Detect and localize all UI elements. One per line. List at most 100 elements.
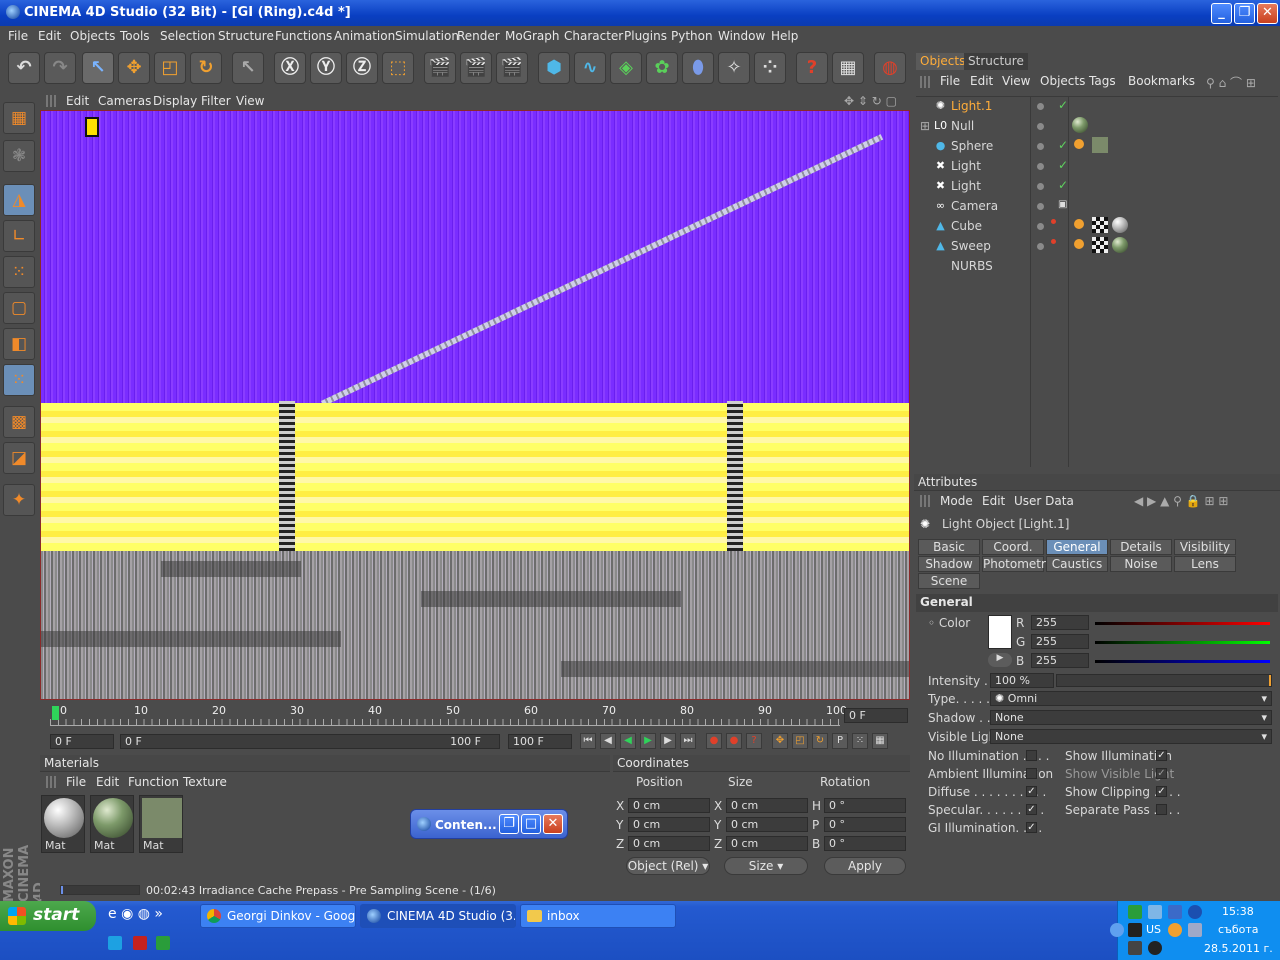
tray-icon[interactable] — [1168, 905, 1182, 919]
intensity-slider[interactable] — [1056, 674, 1272, 687]
redo-button[interactable]: ↷ — [44, 52, 76, 84]
restore-button[interactable]: ❐ — [1234, 3, 1255, 24]
model-mode-icon[interactable]: ◮ — [3, 184, 35, 216]
intensity-field[interactable]: 100 % — [990, 673, 1054, 688]
taskbar-item-inbox[interactable]: inbox — [520, 904, 676, 928]
viewport-layout-icon[interactable]: ▦ — [3, 102, 35, 134]
coordinate-mode-dropdown[interactable]: Object (Rel) ▾ — [626, 857, 710, 875]
camera-tag-icon[interactable]: ▣ — [1058, 199, 1067, 210]
tab-visibility[interactable]: Visibility — [1174, 539, 1236, 555]
menu-mograph[interactable]: MoGraph — [505, 29, 560, 43]
editor-visibility-dot[interactable] — [1037, 183, 1044, 190]
taskbar-item-cinema4d[interactable]: CINEMA 4D Studio (3... — [360, 904, 516, 928]
objects-menu-bookmarks[interactable]: Bookmarks — [1128, 74, 1195, 88]
menu-character[interactable]: Character — [564, 29, 623, 43]
tab-coord[interactable]: Coord. — [982, 539, 1044, 555]
tab-details[interactable]: Details — [1110, 539, 1172, 555]
polygons-mode-icon[interactable]: ◧ — [3, 328, 35, 360]
menu-render[interactable]: Render — [457, 29, 500, 43]
menu-tools[interactable]: Tools — [120, 29, 150, 43]
separate-pass-checkbox[interactable] — [1156, 804, 1167, 815]
texture-tag-icon[interactable] — [1092, 217, 1108, 233]
light-button[interactable]: ⁘ — [754, 52, 786, 84]
tab-structure[interactable]: Structure — [964, 53, 1028, 70]
object-row-light1[interactable]: ✺ Light.1 — [920, 96, 1030, 116]
minimize-button[interactable]: _ — [1211, 3, 1232, 24]
color-r-field[interactable]: 255 — [1031, 615, 1089, 630]
type-dropdown[interactable]: ✺ Omni ▾ — [990, 691, 1272, 706]
tab-shadow[interactable]: Shadow — [918, 556, 980, 572]
menu-selection[interactable]: Selection — [160, 29, 215, 43]
render-settings-button[interactable]: 🎬 — [496, 52, 528, 84]
language-indicator[interactable]: US — [1146, 923, 1161, 936]
scale-tool-button[interactable]: ◰ — [154, 52, 186, 84]
editor-visibility-dot[interactable] — [1037, 163, 1044, 170]
coordinate-system-button[interactable]: ⬚ — [382, 52, 414, 84]
color-g-field[interactable]: 255 — [1031, 634, 1089, 649]
object-row-camera[interactable]: ∞ Camera — [920, 196, 1030, 216]
tab-general[interactable]: General — [1046, 539, 1108, 555]
menu-window[interactable]: Window — [718, 29, 765, 43]
show-visible-light-checkbox[interactable]: ✓ — [1156, 768, 1167, 779]
render-picture-viewer-button[interactable]: 🎬 — [460, 52, 492, 84]
record-button[interactable]: ● — [706, 733, 722, 749]
playhead[interactable] — [52, 706, 59, 720]
start-button[interactable]: start — [0, 901, 96, 931]
menu-objects[interactable]: Objects — [70, 29, 115, 43]
rotation-b-field[interactable]: 0 ° — [824, 836, 906, 851]
material-tag-icon[interactable] — [1112, 237, 1128, 253]
cube-object-button[interactable]: ⬢ — [538, 52, 570, 84]
start-frame-field[interactable]: 0 F — [50, 734, 114, 749]
menu-functions[interactable]: Functions — [275, 29, 332, 43]
viewport-menu-edit[interactable]: Edit — [66, 94, 89, 108]
enabled-check-icon[interactable]: ✓ — [1058, 178, 1068, 192]
quick-launch-icons[interactable]: e ◉ ◍ » — [108, 906, 163, 922]
content-browser-close-button[interactable]: ✕ — [543, 814, 563, 834]
tray-icon[interactable] — [1128, 941, 1142, 955]
position-x-field[interactable]: 0 cm — [628, 798, 710, 813]
gi-illumination-checkbox[interactable]: ✓ — [1026, 822, 1037, 833]
workplane-icon[interactable]: ◪ — [3, 442, 35, 474]
attributes-nav-icons[interactable]: ◀ ▶ ▲ ⚲ 🔒 ⊞ ⊞ — [1134, 494, 1228, 508]
help-button[interactable]: ? — [796, 52, 828, 84]
filezilla-icon[interactable] — [133, 936, 147, 950]
nurbs-button[interactable]: ◈ — [610, 52, 642, 84]
position-z-field[interactable]: 0 cm — [628, 836, 710, 851]
materials-menu-texture[interactable]: Texture — [183, 775, 227, 789]
enabled-check-icon[interactable]: ✓ — [1058, 98, 1068, 112]
tab-noise[interactable]: Noise — [1110, 556, 1172, 572]
show-illumination-checkbox[interactable]: ✓ — [1156, 750, 1167, 761]
parameter-key-button[interactable]: P — [832, 733, 848, 749]
live-selection-button[interactable]: ↖ — [232, 52, 264, 84]
expand-icon[interactable]: ⊞ — [920, 116, 930, 136]
sculpt-icon[interactable]: ✦ — [3, 484, 35, 516]
tray-icon[interactable] — [1168, 923, 1182, 937]
rotation-key-button[interactable]: ↻ — [812, 733, 828, 749]
size-mode-dropdown[interactable]: Size ▾ — [724, 857, 808, 875]
object-row-sphere[interactable]: ● Sphere — [920, 136, 1030, 156]
viewport[interactable] — [40, 110, 910, 700]
show-clipping-checkbox[interactable]: ✓ — [1156, 786, 1167, 797]
position-y-field[interactable]: 0 cm — [628, 817, 710, 832]
materials-menu-function[interactable]: Function — [128, 775, 179, 789]
keyframe-selection-button[interactable]: ? — [746, 733, 762, 749]
editor-visibility-dot[interactable] — [1037, 223, 1044, 230]
position-key-button[interactable]: ✥ — [772, 733, 788, 749]
material-tag-icon[interactable] — [1092, 137, 1108, 153]
taskbar-item-chrome[interactable]: Georgi Dinkov - Googl... — [200, 904, 356, 928]
material-swatch[interactable]: Mat — [41, 795, 85, 853]
color-g-slider[interactable] — [1095, 641, 1270, 644]
go-to-start-button[interactable]: ⏮ — [580, 733, 596, 749]
spline-button[interactable]: ∿ — [574, 52, 606, 84]
apply-button[interactable]: Apply — [824, 857, 906, 875]
scale-key-button[interactable]: ◰ — [792, 733, 808, 749]
tab-photometric[interactable]: Photometric — [982, 556, 1056, 572]
range-slider[interactable]: 0 F 100 F — [120, 734, 500, 749]
viewport-menu-view[interactable]: View — [236, 94, 264, 108]
layout-button[interactable]: ▦ — [832, 52, 864, 84]
tab-objects[interactable]: Objects — [916, 53, 970, 70]
enabled-check-icon[interactable]: ✓ — [1058, 138, 1068, 152]
scene-button[interactable]: ✧ — [718, 52, 750, 84]
objects-menu-file[interactable]: File — [940, 74, 960, 88]
point-level-button[interactable]: ⁙ — [852, 733, 868, 749]
